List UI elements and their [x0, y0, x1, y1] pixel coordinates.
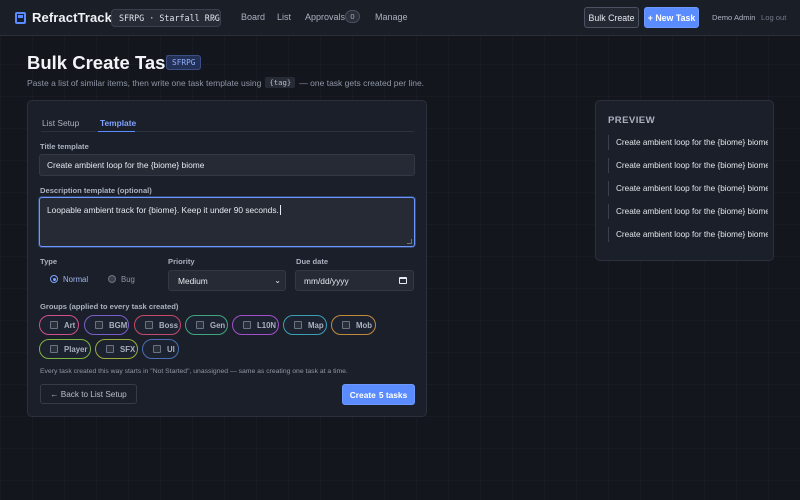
- due-date-input[interactable]: mm/dd/yyyy: [295, 270, 414, 291]
- description-template-label: Description template (optional): [40, 186, 152, 195]
- preview-panel: PREVIEW Create ambient loop for the {bio…: [595, 100, 774, 261]
- group-chip-label: UI: [167, 344, 175, 354]
- logout-link[interactable]: Log out: [761, 13, 786, 22]
- group-chip-label: Player: [64, 344, 88, 354]
- title-template-label: Title template: [40, 142, 89, 151]
- description-template-value: Loopable ambient track for {biome}. Keep…: [47, 205, 279, 215]
- group-chip-ui[interactable]: UI: [142, 339, 179, 359]
- preview-item: Create ambient loop for the {biome} biom…: [608, 204, 768, 219]
- group-chip-gen[interactable]: Gen: [185, 315, 228, 335]
- text-caret: [279, 205, 281, 215]
- type-label: Type: [40, 257, 58, 266]
- group-chip-label: Map: [308, 320, 324, 330]
- nav-manage[interactable]: Manage: [375, 12, 408, 22]
- due-date-label: Due date: [296, 257, 329, 266]
- nav-board[interactable]: Board: [241, 12, 265, 22]
- checkbox-icon: [145, 321, 153, 329]
- calendar-icon[interactable]: [399, 277, 407, 284]
- type-option-label: Bug: [121, 274, 135, 284]
- preview-title: PREVIEW: [608, 115, 656, 126]
- group-chip-label: Boss: [159, 320, 179, 330]
- group-chip-boss[interactable]: Boss: [134, 315, 181, 335]
- checkbox-icon: [342, 321, 350, 329]
- nav-approvals[interactable]: Approvals: [305, 12, 345, 22]
- create-tasks-button[interactable]: Create 5 tasks: [342, 384, 415, 405]
- chevron-down-icon: ⌄: [211, 13, 216, 22]
- approvals-count-badge: 0: [345, 10, 360, 23]
- brand[interactable]: RefractTrack: [15, 10, 112, 25]
- group-chip-label: SFX: [120, 344, 136, 354]
- page-title: Bulk Create Tasks: [27, 52, 187, 73]
- preview-item: Create ambient loop for the {biome} biom…: [608, 135, 768, 150]
- group-chip-bgm[interactable]: BGM: [84, 315, 129, 335]
- group-chip-label: Gen: [210, 320, 226, 330]
- due-date-placeholder: mm/dd/yyyy: [304, 275, 349, 286]
- tab-template[interactable]: Template: [100, 118, 136, 128]
- subtitle-text: Paste a list of similar items, then writ…: [27, 77, 262, 88]
- title-template-value: Create ambient loop for the {biome} biom…: [47, 160, 205, 170]
- resize-handle[interactable]: [407, 239, 412, 244]
- app-name: RefractTrack: [32, 10, 112, 25]
- back-to-list-setup-button[interactable]: ← Back to List Setup: [40, 384, 137, 404]
- group-chip-player[interactable]: Player: [39, 339, 91, 359]
- checkbox-icon: [153, 345, 161, 353]
- tab-bar: List Setup Template: [41, 115, 414, 132]
- create-button-count: 5 tasks: [378, 389, 408, 400]
- user-name[interactable]: Demo Admin: [712, 13, 755, 22]
- preview-item: Create ambient loop for the {biome} biom…: [608, 227, 768, 242]
- app-logo-icon: [15, 11, 26, 24]
- priority-select[interactable]: Medium ⌄: [168, 270, 286, 291]
- type-option-label: Normal: [63, 274, 89, 284]
- preview-item: Create ambient loop for the {biome} biom…: [608, 158, 768, 173]
- bulk-create-button[interactable]: Bulk Create: [584, 7, 639, 28]
- group-chip-label: L10N: [257, 320, 277, 330]
- priority-value: Medium: [178, 275, 208, 286]
- checkbox-icon: [294, 321, 302, 329]
- active-tab-indicator: [98, 131, 135, 132]
- radio-unselected-icon: [108, 275, 116, 283]
- title-template-input[interactable]: Create ambient loop for the {biome} biom…: [39, 154, 415, 176]
- group-chip-label: Art: [64, 320, 76, 330]
- checkbox-icon: [106, 345, 114, 353]
- new-task-button[interactable]: + New Task: [644, 7, 699, 28]
- priority-label: Priority: [168, 257, 195, 266]
- subtitle-text-end: — one task gets created per line.: [299, 77, 425, 88]
- radio-selected-icon: [50, 275, 58, 283]
- tab-list-setup[interactable]: List Setup: [42, 118, 79, 128]
- checkbox-icon: [50, 345, 58, 353]
- template-card: List Setup Template Title template Creat…: [27, 100, 427, 417]
- group-chip-art[interactable]: Art: [39, 315, 79, 335]
- page-subtitle: Paste a list of similar items, then writ…: [27, 77, 424, 88]
- groups-label: Groups (applied to every task created): [40, 302, 179, 311]
- group-chip-label: Mob: [356, 320, 373, 330]
- chevron-down-icon: ⌄: [274, 276, 281, 285]
- project-select[interactable]: SFRPG · Starfall RPG ⌄: [111, 9, 221, 27]
- checkbox-icon: [50, 321, 58, 329]
- preview-item: Create ambient loop for the {biome} biom…: [608, 181, 768, 196]
- project-tag: SFRPG: [166, 55, 202, 70]
- create-button-label: Create: [349, 389, 376, 400]
- project-select-value: SFRPG · Starfall RPG: [119, 13, 220, 23]
- nav-list[interactable]: List: [277, 12, 291, 22]
- group-chip-sfx[interactable]: SFX: [95, 339, 138, 359]
- description-template-textarea[interactable]: Loopable ambient track for {biome}. Keep…: [39, 197, 415, 247]
- checkbox-icon: [196, 321, 204, 329]
- group-chip-mob[interactable]: Mob: [331, 315, 376, 335]
- tag-code-chip: {tag}: [265, 77, 296, 88]
- type-radio-bug[interactable]: Bug: [98, 269, 144, 289]
- group-chip-l10n[interactable]: L10N: [232, 315, 279, 335]
- group-chip-label: BGM: [109, 320, 128, 330]
- type-radio-normal[interactable]: Normal: [40, 269, 96, 289]
- footnote: Every task created this way starts in "N…: [40, 368, 348, 375]
- checkbox-icon: [243, 321, 251, 329]
- checkbox-icon: [95, 321, 103, 329]
- group-chip-map[interactable]: Map: [283, 315, 327, 335]
- top-bar: RefractTrack SFRPG · Starfall RPG ⌄ Boar…: [0, 0, 800, 36]
